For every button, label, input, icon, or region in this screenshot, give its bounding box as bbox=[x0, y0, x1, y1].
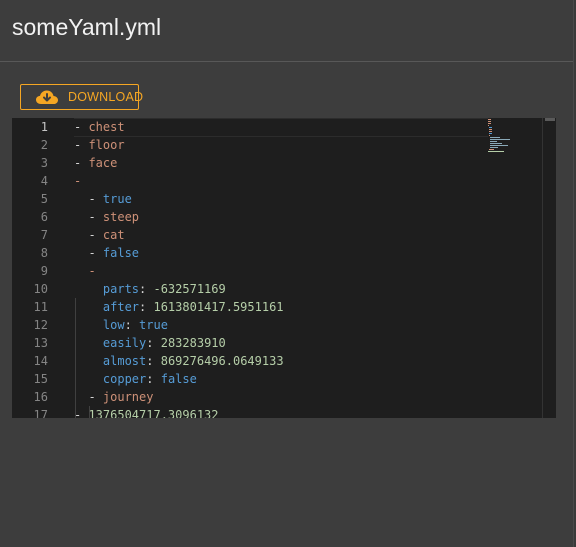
list-dash bbox=[74, 300, 103, 314]
yaml-value: true bbox=[139, 318, 168, 332]
yaml-value: -632571169 bbox=[153, 282, 226, 296]
file-title: someYaml.yml bbox=[12, 14, 162, 40]
yaml-value: false bbox=[102, 246, 140, 260]
list-dash bbox=[74, 282, 103, 296]
cloud-download-icon bbox=[35, 89, 59, 105]
line-number: 11 bbox=[33, 300, 48, 314]
scrollbar-thumb[interactable] bbox=[545, 118, 555, 121]
list-dash: - bbox=[74, 246, 103, 260]
vertical-scrollbar[interactable] bbox=[542, 118, 556, 418]
minimap[interactable] bbox=[488, 118, 542, 418]
header-divider bbox=[0, 61, 573, 62]
yaml-value: true bbox=[102, 192, 132, 206]
list-dash: - bbox=[74, 138, 89, 152]
code-line: - face bbox=[74, 154, 117, 172]
line-number: 16 bbox=[33, 390, 48, 404]
line-number: 5 bbox=[40, 192, 48, 206]
list-dash: - bbox=[74, 408, 89, 418]
key-separator: : bbox=[146, 336, 161, 350]
list-dash bbox=[74, 354, 103, 368]
yaml-key: after bbox=[102, 300, 140, 314]
code-line: low: true bbox=[74, 316, 168, 334]
yaml-key: almost bbox=[102, 354, 147, 368]
line-number: 3 bbox=[40, 156, 48, 170]
key-separator: : bbox=[139, 282, 154, 296]
code-line: after: 1613801417.5951161 bbox=[74, 298, 284, 316]
yaml-value: 283283910 bbox=[160, 336, 226, 350]
line-number: 12 bbox=[33, 318, 48, 332]
key-separator: : bbox=[146, 354, 161, 368]
yaml-key: parts bbox=[102, 282, 140, 296]
yaml-value: 1613801417.5951161 bbox=[153, 300, 284, 314]
line-number: 14 bbox=[33, 354, 48, 368]
line-number: 17 bbox=[33, 408, 48, 418]
line-number: 8 bbox=[40, 246, 48, 260]
code-line: - false bbox=[74, 244, 139, 262]
code-line: - chest bbox=[74, 118, 125, 136]
line-number: 2 bbox=[40, 138, 48, 152]
code-line: parts: -632571169 bbox=[74, 280, 226, 298]
line-number: 4 bbox=[40, 174, 48, 188]
list-dash: - bbox=[74, 192, 103, 206]
code-line: - cat bbox=[74, 226, 125, 244]
list-dash bbox=[74, 318, 103, 332]
list-dash: - bbox=[74, 156, 89, 170]
key-separator: : bbox=[139, 300, 154, 314]
yaml-key: easily bbox=[102, 336, 147, 350]
key-separator: : bbox=[146, 372, 161, 386]
code-line: - true bbox=[74, 190, 132, 208]
code-line: - steep bbox=[74, 208, 139, 226]
code-area[interactable]: - chest - floor - face - - true - steep - c… bbox=[74, 118, 494, 418]
list-dash: - bbox=[74, 210, 103, 224]
yaml-value: floor bbox=[88, 138, 125, 152]
download-button[interactable]: DOWNLOAD bbox=[20, 84, 143, 110]
yaml-key: copper bbox=[102, 372, 147, 386]
line-number: 10 bbox=[33, 282, 48, 296]
code-line: - floor bbox=[74, 136, 125, 154]
list-dash: - bbox=[74, 264, 96, 278]
list-dash: - bbox=[74, 390, 103, 404]
line-number: 9 bbox=[40, 264, 48, 278]
yaml-value: false bbox=[160, 372, 197, 386]
yaml-value: face bbox=[88, 156, 118, 170]
code-line: - bbox=[74, 262, 96, 280]
line-number: 15 bbox=[33, 372, 48, 386]
code-line: - 1376504717.3096132 bbox=[74, 406, 219, 418]
yaml-value: 869276496.0649133 bbox=[160, 354, 284, 368]
list-dash bbox=[74, 336, 103, 350]
yaml-key: low bbox=[102, 318, 125, 332]
line-number: 13 bbox=[33, 336, 48, 350]
code-line: easily: 283283910 bbox=[74, 334, 226, 352]
yaml-value: steep bbox=[102, 210, 140, 224]
code-line: almost: 869276496.0649133 bbox=[74, 352, 284, 370]
list-dash: - bbox=[74, 174, 82, 188]
list-dash: - bbox=[74, 120, 89, 134]
yaml-value: chest bbox=[88, 120, 125, 134]
list-dash: - bbox=[74, 228, 103, 242]
code-line: copper: false bbox=[74, 370, 197, 388]
yaml-value: 1376504717.3096132 bbox=[88, 408, 219, 418]
yaml-value: cat bbox=[102, 228, 125, 242]
list-dash bbox=[74, 372, 103, 386]
line-number-gutter: 1 2 3 4 5 6 7 8 9 10 11 12 13 14 15 16 17 bbox=[12, 118, 62, 418]
yaml-value: journey bbox=[102, 390, 154, 404]
line-number: 7 bbox=[40, 228, 48, 242]
line-number: 6 bbox=[40, 210, 48, 224]
code-line: - bbox=[74, 172, 81, 190]
code-editor[interactable]: 1 2 3 4 5 6 7 8 9 10 11 12 13 14 15 16 17 - chest - floor… bbox=[12, 118, 556, 418]
code-line: - journey bbox=[74, 388, 153, 406]
file-panel: someYaml.yml DOWNLOAD 1 2 3 4 5 6 7 8 9 10 11 12 13 1… bbox=[0, 0, 574, 547]
line-number: 1 bbox=[40, 120, 48, 134]
key-separator: : bbox=[124, 318, 140, 332]
download-label: DOWNLOAD bbox=[68, 90, 144, 104]
